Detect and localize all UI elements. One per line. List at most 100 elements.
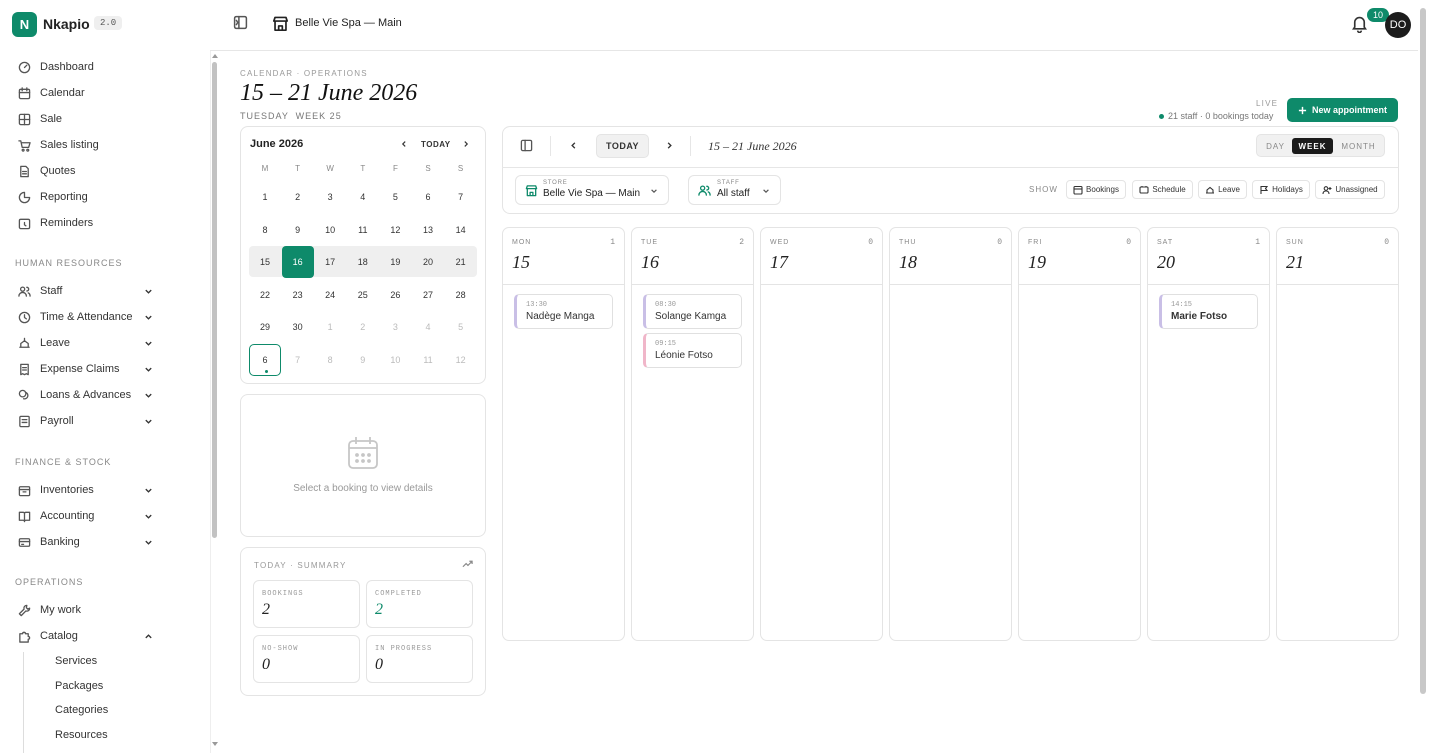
sidebar-item-reminders[interactable]: Reminders [18, 212, 153, 234]
new-appointment-button[interactable]: New appointment [1287, 98, 1398, 122]
sidebar-item-time-attendance[interactable]: Time & Attendance [18, 306, 153, 328]
mini-calendar-day[interactable]: 2 [347, 311, 379, 343]
mini-calendar-day[interactable]: 16 [281, 246, 314, 278]
scroll-up-icon[interactable] [211, 53, 219, 59]
mini-calendar-day[interactable]: 10 [379, 344, 411, 376]
view-day-tab[interactable]: DAY [1259, 138, 1292, 154]
mini-calendar-day[interactable]: 19 [379, 246, 411, 278]
sidebar-subitem-resources[interactable]: Resources [55, 729, 108, 741]
view-month-tab[interactable]: MONTH [1335, 138, 1382, 154]
mini-calendar-day[interactable]: 5 [379, 181, 411, 213]
sidebar-subitem-categories[interactable]: Categories [55, 704, 108, 716]
mini-calendar-day[interactable]: 3 [379, 311, 411, 343]
mini-calendar-day[interactable]: 6 [412, 181, 444, 213]
mini-calendar-day[interactable]: 8 [249, 214, 281, 246]
mini-calendar-day[interactable]: 8 [314, 344, 346, 376]
appointment-card[interactable]: 09:15 Léonie Fotso [643, 332, 742, 368]
chip-unassigned[interactable]: Unassigned [1315, 180, 1385, 199]
day-column-thu[interactable]: THU 0 18 [889, 227, 1012, 641]
prev-week-icon[interactable] [569, 141, 578, 150]
mini-calendar-day[interactable]: 26 [379, 279, 411, 311]
mini-calendar-day[interactable]: 12 [379, 214, 411, 246]
mini-calendar-day[interactable]: 15 [249, 246, 281, 278]
mini-calendar-day[interactable]: 10 [314, 214, 346, 246]
sidebar-item-inventories[interactable]: Inventories [18, 479, 153, 501]
mini-calendar-day[interactable]: 1 [314, 311, 346, 343]
sidebar-item-loans-advances[interactable]: Loans & Advances [18, 384, 153, 406]
mini-calendar-day[interactable]: 13 [412, 214, 444, 246]
view-week-tab[interactable]: WEEK [1292, 138, 1333, 154]
sidebar-item-payroll[interactable]: Payroll [18, 410, 153, 432]
sidebar-item-staff[interactable]: Staff [18, 280, 153, 302]
sidebar-item-sale[interactable]: Sale [18, 108, 153, 130]
next-week-icon[interactable] [665, 141, 674, 150]
appointment-card[interactable]: 08:30 Solange Kamga [643, 294, 742, 329]
mini-calendar-day[interactable]: 14 [445, 214, 477, 246]
today-button[interactable]: TODAY [596, 134, 649, 158]
day-column-mon[interactable]: MON 1 15 13:30 Nadège Manga [502, 227, 625, 641]
mini-calendar-day[interactable]: 24 [314, 279, 346, 311]
mini-calendar-day[interactable]: 11 [347, 214, 379, 246]
avatar[interactable]: DO [1385, 12, 1411, 38]
mini-calendar-day[interactable]: 9 [347, 344, 379, 376]
sidebar-subitem-services[interactable]: Services [55, 655, 97, 667]
mini-calendar-day[interactable]: 22 [249, 279, 281, 311]
mini-calendar-day[interactable]: 5 [445, 311, 477, 343]
mini-calendar-day[interactable]: 1 [249, 181, 281, 213]
mini-today-button[interactable]: TODAY [421, 140, 451, 149]
day-column-tue[interactable]: TUE 2 16 08:30 Solange Kamga 09:15 Léonie Fots… [631, 227, 754, 641]
sidebar-toggle-icon[interactable] [233, 15, 248, 30]
mini-calendar-day[interactable]: 6 [249, 343, 281, 376]
sidebar-item-leave[interactable]: Leave [18, 332, 153, 354]
trend-up-icon[interactable] [462, 559, 473, 569]
staff-filter[interactable]: STAFF All staff [688, 175, 781, 205]
mini-calendar-day[interactable]: 4 [412, 311, 444, 343]
chip-bookings[interactable]: Bookings [1066, 180, 1126, 199]
sidebar-item-dashboard[interactable]: Dashboard [18, 56, 153, 78]
mini-calendar-day[interactable]: 20 [412, 246, 444, 278]
sidebar-subitem-packages[interactable]: Packages [55, 680, 103, 692]
sidebar-item-sales-listing[interactable]: Sales listing [18, 134, 153, 156]
mini-calendar-day[interactable]: 17 [314, 246, 346, 278]
mini-calendar-day[interactable]: 7 [445, 181, 477, 213]
sidebar-item-calendar[interactable]: Calendar [18, 82, 153, 104]
prev-month-icon[interactable] [400, 140, 408, 148]
day-column-sat[interactable]: SAT 1 20 14:15 Marie Fotso [1147, 227, 1270, 641]
current-store[interactable]: Belle Vie Spa — Main [295, 17, 402, 29]
mini-calendar-day[interactable]: 29 [249, 311, 281, 343]
mini-calendar-day[interactable]: 18 [347, 246, 379, 278]
sidebar-item-my-work[interactable]: My work [18, 599, 153, 621]
mini-calendar-day[interactable]: 12 [445, 344, 477, 376]
store-filter[interactable]: STORE Belle Vie Spa — Main [515, 175, 669, 205]
mini-calendar-day[interactable]: 7 [282, 344, 314, 376]
chip-holidays[interactable]: Holidays [1252, 180, 1310, 199]
mini-calendar-day[interactable]: 11 [412, 344, 444, 376]
sidebar-item-accounting[interactable]: Accounting [18, 505, 153, 527]
chip-schedule[interactable]: Schedule [1132, 180, 1193, 199]
day-column-wed[interactable]: WED 0 17 [760, 227, 883, 641]
sidebar-item-banking[interactable]: Banking [18, 531, 153, 553]
scroll-down-icon[interactable] [211, 741, 219, 747]
mini-calendar-day[interactable]: 4 [347, 181, 379, 213]
day-column-sun[interactable]: SUN 0 21 [1276, 227, 1399, 641]
mini-calendar-day[interactable]: 2 [282, 181, 314, 213]
sidebar-item-reporting[interactable]: Reporting [18, 186, 153, 208]
sidebar-scrollbar[interactable] [212, 62, 217, 538]
app-logo[interactable]: N [12, 12, 37, 37]
panel-toggle-icon[interactable] [520, 139, 533, 152]
mini-calendar-day[interactable]: 30 [282, 311, 314, 343]
sidebar-item-quotes[interactable]: Quotes [18, 160, 153, 182]
day-column-fri[interactable]: FRI 0 19 [1018, 227, 1141, 641]
mini-calendar-day[interactable]: 25 [347, 279, 379, 311]
sidebar-item-expense-claims[interactable]: Expense Claims [18, 358, 153, 380]
page-scrollbar[interactable] [1420, 8, 1426, 694]
mini-calendar-day[interactable]: 21 [445, 246, 477, 278]
chip-leave[interactable]: Leave [1198, 180, 1247, 199]
bell-icon[interactable] [1350, 14, 1369, 33]
next-month-icon[interactable] [462, 140, 470, 148]
appointment-card[interactable]: 14:15 Marie Fotso [1159, 294, 1258, 329]
mini-calendar-day[interactable]: 3 [314, 181, 346, 213]
mini-calendar-day[interactable]: 27 [412, 279, 444, 311]
mini-calendar-day[interactable]: 9 [282, 214, 314, 246]
mini-calendar-day[interactable]: 28 [445, 279, 477, 311]
